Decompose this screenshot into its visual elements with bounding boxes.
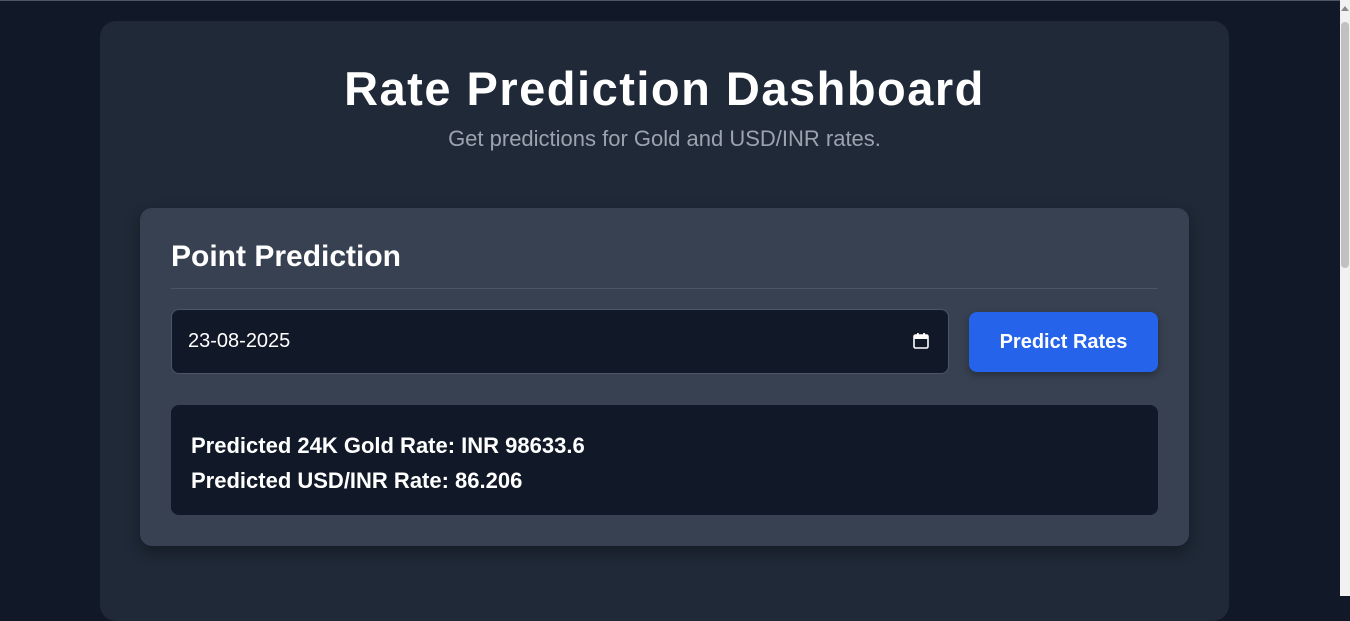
dashboard-container: Rate Prediction Dashboard Get prediction… [100,21,1229,621]
window-top-border [0,0,1340,1]
vertical-scrollbar[interactable] [1340,0,1350,596]
page-subtitle: Get predictions for Gold and USD/INR rat… [448,126,881,151]
calendar-icon[interactable] [912,332,930,350]
point-prediction-card: Point Prediction 23-08-2025 Predict Rate… [140,208,1189,546]
page-title: Rate Prediction Dashboard [344,62,985,115]
date-value: 23-08-2025 [188,330,291,352]
predict-rates-button[interactable]: Predict Rates [969,312,1158,372]
date-input[interactable]: 23-08-2025 [171,309,949,374]
usdinr-rate-result: Predicted USD/INR Rate: 86.206 [191,468,523,493]
point-prediction-title: Point Prediction [171,240,402,273]
gold-rate-result: Predicted 24K Gold Rate: INR 98633.6 [191,433,585,458]
prediction-result-panel: Predicted 24K Gold Rate: INR 98633.6 Pre… [171,405,1158,515]
scroll-up-arrow-icon[interactable] [1341,6,1349,11]
card-divider [171,288,1158,289]
scrollbar-thumb[interactable] [1341,22,1349,268]
